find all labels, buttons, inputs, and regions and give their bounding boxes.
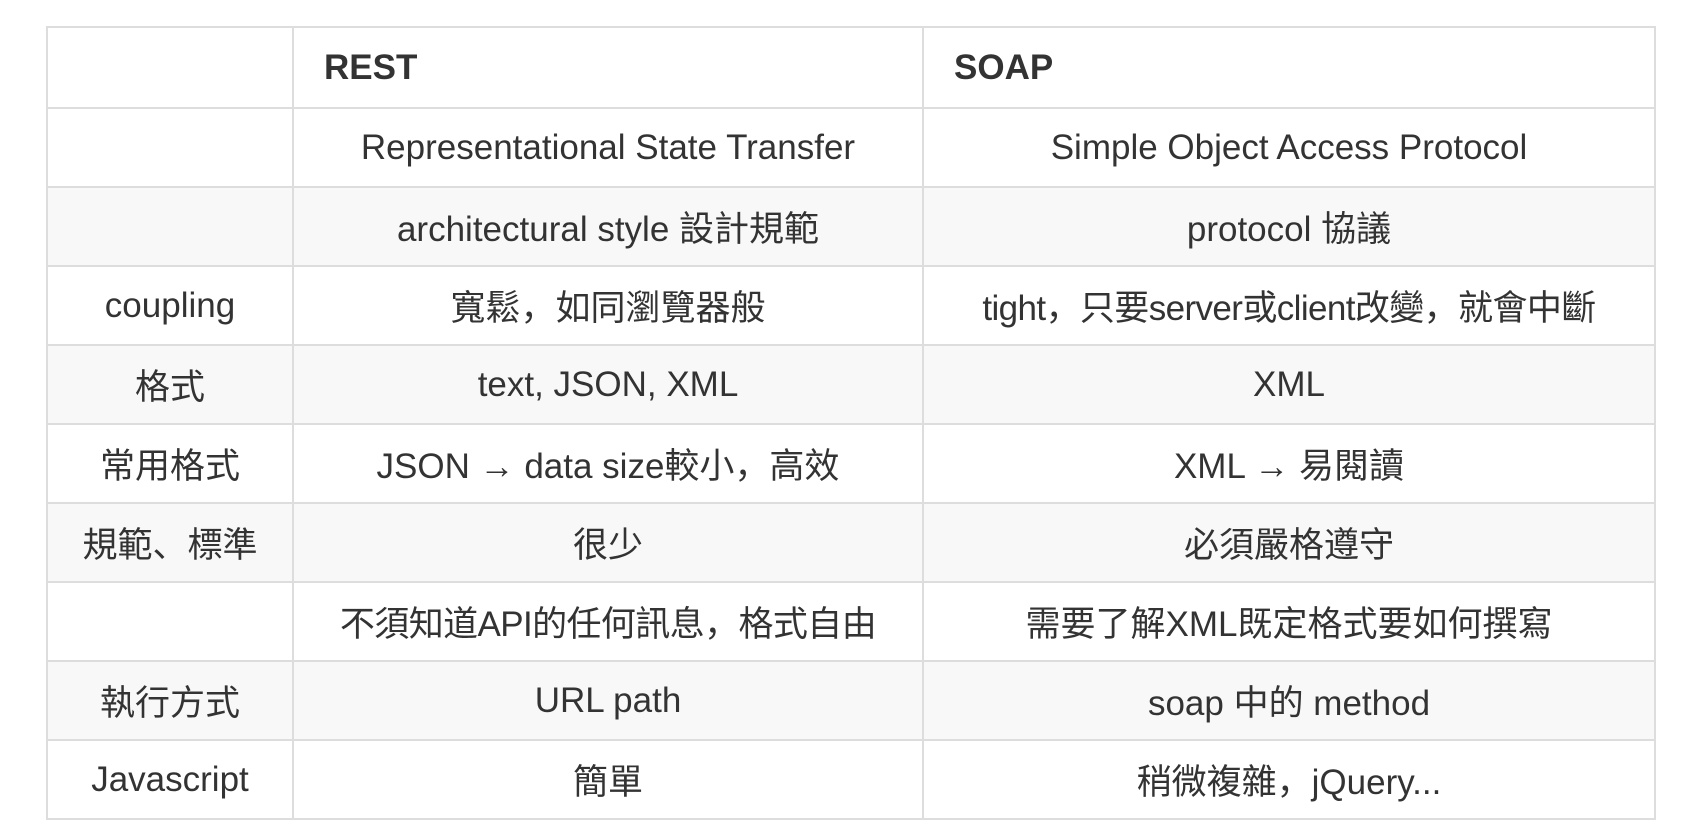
rest-cell: 簡單: [292, 739, 924, 820]
row-label-cell: 常用格式: [46, 423, 294, 504]
rest-vs-soap-table: REST SOAP Representational State Transfe…: [46, 26, 1656, 820]
soap-cell: soap 中的 method: [922, 660, 1656, 741]
header-cell-blank: [46, 26, 294, 109]
rest-cell: 不須知道API的任何訊息，格式自由: [292, 581, 924, 662]
rest-cell: 很少: [292, 502, 924, 583]
comparison-table-container: REST SOAP Representational State Transfe…: [46, 26, 1656, 820]
row-label-cell: Javascript: [46, 739, 294, 820]
soap-cell: XML: [922, 344, 1656, 425]
rest-cell: text, JSON, XML: [292, 344, 924, 425]
soap-cell: Simple Object Access Protocol: [922, 107, 1656, 188]
rest-cell: 寬鬆，如同瀏覽器般: [292, 265, 924, 346]
table-row: coupling 寬鬆，如同瀏覽器般 tight，只要server或client…: [46, 265, 1656, 346]
table-row: Javascript 簡單 稍微複雜，jQuery...: [46, 739, 1656, 820]
table-row: 執行方式 URL path soap 中的 method: [46, 660, 1656, 741]
row-label-cell: 規範、標準: [46, 502, 294, 583]
rest-cell: Representational State Transfer: [292, 107, 924, 188]
soap-cell: 需要了解XML既定格式要如何撰寫: [922, 581, 1656, 662]
soap-cell: 稍微複雜，jQuery...: [922, 739, 1656, 820]
row-label-cell: [46, 107, 294, 188]
soap-cell: protocol 協議: [922, 186, 1656, 267]
rest-cell: URL path: [292, 660, 924, 741]
soap-cell: tight，只要server或client改變，就會中斷: [922, 265, 1656, 346]
row-label-cell: 格式: [46, 344, 294, 425]
table-row: 規範、標準 很少 必須嚴格遵守: [46, 502, 1656, 583]
soap-cell: XML → 易閱讀: [922, 423, 1656, 504]
soap-cell: 必須嚴格遵守: [922, 502, 1656, 583]
table-row: 常用格式 JSON → data size較小，高效 XML → 易閱讀: [46, 423, 1656, 504]
table-header-row: REST SOAP: [46, 26, 1656, 109]
header-cell-rest: REST: [292, 26, 924, 109]
header-cell-soap: SOAP: [922, 26, 1656, 109]
row-label-cell: 執行方式: [46, 660, 294, 741]
rest-cell: JSON → data size較小，高效: [292, 423, 924, 504]
rest-cell: architectural style 設計規範: [292, 186, 924, 267]
row-label-cell: [46, 186, 294, 267]
row-label-cell: [46, 581, 294, 662]
table-row: architectural style 設計規範 protocol 協議: [46, 186, 1656, 267]
row-label-cell: coupling: [46, 265, 294, 346]
table-row: Representational State Transfer Simple O…: [46, 107, 1656, 188]
table-row: 不須知道API的任何訊息，格式自由 需要了解XML既定格式要如何撰寫: [46, 581, 1656, 662]
table-row: 格式 text, JSON, XML XML: [46, 344, 1656, 425]
